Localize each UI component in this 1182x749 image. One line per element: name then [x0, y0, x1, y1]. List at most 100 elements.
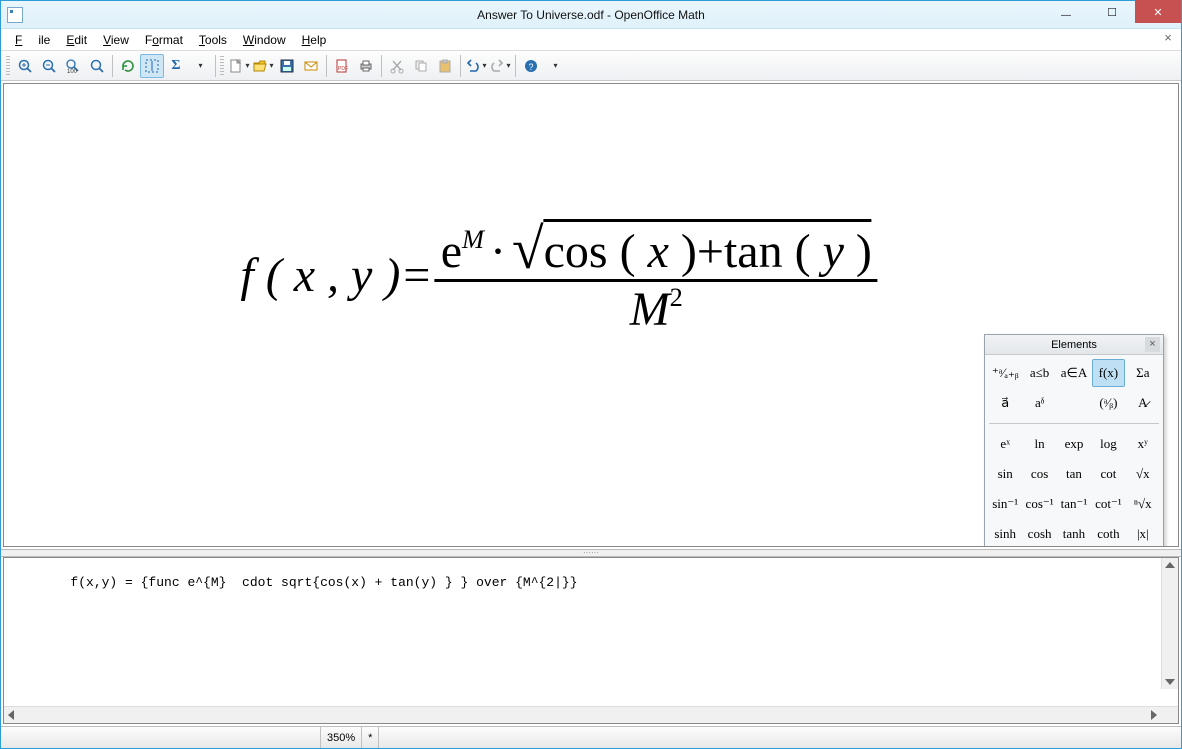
fraction-numerator: eM · √cos ( x )+tan ( y ): [435, 214, 878, 279]
elements-items-grid: eˣ ln exp log xʸ sin cos tan cot √x sin⁻…: [985, 426, 1163, 547]
func-sinh[interactable]: sinh: [989, 520, 1021, 547]
window-title: Answer To Universe.odf - OpenOffice Math: [1, 8, 1181, 22]
toolbar-sep-5: [460, 55, 461, 77]
svg-text:PDF: PDF: [338, 66, 348, 72]
toolbar-overflow-2[interactable]: [543, 54, 567, 78]
toolbar-grip-2[interactable]: [220, 56, 224, 76]
func-exp-e[interactable]: eˣ: [989, 430, 1021, 458]
menu-format[interactable]: Format: [137, 31, 191, 49]
func-atan[interactable]: tan⁻¹: [1058, 490, 1090, 518]
menu-help[interactable]: Help: [294, 31, 335, 49]
func-nroot[interactable]: ⁿ√x: [1127, 490, 1159, 518]
cat-operators[interactable]: Σa: [1127, 359, 1159, 387]
status-modified: *: [362, 727, 379, 748]
formula-cursor-button[interactable]: [140, 54, 164, 78]
cut-button[interactable]: [385, 54, 409, 78]
cat-others[interactable]: aᵟ: [1023, 389, 1055, 417]
main-area: f ( x , y )= eM · √cos ( x )+tan ( y ) M…: [1, 81, 1181, 726]
maximize-button[interactable]: [1089, 3, 1135, 23]
func-abs[interactable]: |x|: [1127, 520, 1159, 547]
close-button[interactable]: [1135, 0, 1181, 23]
cat-unary-binary[interactable]: ⁺ᵃ⁄ₐ₊ᵦ: [989, 359, 1021, 387]
func-acot[interactable]: cot⁻¹: [1092, 490, 1124, 518]
minimize-button[interactable]: [1043, 3, 1089, 23]
paste-button[interactable]: [433, 54, 457, 78]
command-input[interactable]: f(x,y) = {func e^{M} cdot sqrt{cos(x) + …: [4, 558, 1178, 706]
statusbar: 350% *: [1, 726, 1181, 748]
den-exp-2: 2: [670, 282, 683, 313]
sqrt-icon: √: [512, 217, 544, 282]
email-button[interactable]: [299, 54, 323, 78]
zoom-out-button[interactable]: [37, 54, 61, 78]
save-button[interactable]: [275, 54, 299, 78]
cat-relations[interactable]: a≤b: [1023, 359, 1055, 387]
zoom-in-button[interactable]: [13, 54, 37, 78]
func-tan[interactable]: tan: [1058, 460, 1090, 488]
command-scroll-vertical[interactable]: [1161, 558, 1178, 689]
copy-button[interactable]: [409, 54, 433, 78]
export-pdf-button[interactable]: PDF: [330, 54, 354, 78]
toolbar-overflow-1[interactable]: [188, 54, 212, 78]
window-controls: [1043, 3, 1181, 27]
num-e: e: [441, 224, 462, 279]
menu-file[interactable]: File: [7, 31, 58, 49]
elements-panel[interactable]: Elements × ⁺ᵃ⁄ₐ₊ᵦ a≤b a∈A f(x) Σa a⃗ aᵟ …: [984, 334, 1164, 547]
sigma-button[interactable]: Σ: [164, 54, 188, 78]
app-icon: [7, 7, 23, 23]
cat-empty: [1058, 389, 1090, 417]
cat-functions[interactable]: f(x): [1092, 359, 1124, 387]
menu-tools[interactable]: Tools: [191, 31, 235, 49]
new-doc-button[interactable]: [227, 54, 251, 78]
func-log[interactable]: log: [1092, 430, 1124, 458]
pane-splitter[interactable]: ······: [1, 549, 1181, 557]
titlebar: Answer To Universe.odf - OpenOffice Math: [1, 1, 1181, 29]
func-acos[interactable]: cos⁻¹: [1023, 490, 1055, 518]
func-exp[interactable]: exp: [1058, 430, 1090, 458]
func-sqrt[interactable]: √x: [1127, 460, 1159, 488]
formula-view[interactable]: f ( x , y )= eM · √cos ( x )+tan ( y ) M…: [3, 83, 1179, 547]
toolbar-sep-1: [112, 55, 113, 77]
func-cot[interactable]: cot: [1092, 460, 1124, 488]
toolbar-sep-6: [515, 55, 516, 77]
command-text: f(x,y) = {func e^{M} cdot sqrt{cos(x) + …: [70, 575, 577, 590]
func-asin[interactable]: sin⁻¹: [989, 490, 1021, 518]
cat-brackets[interactable]: (ᵃ⁄ᵦ): [1092, 389, 1124, 417]
func-ln[interactable]: ln: [1023, 430, 1055, 458]
toolbar-grip-1[interactable]: [6, 56, 10, 76]
status-spacer: [1, 727, 321, 748]
toolbar-sep-2: [215, 55, 216, 77]
svg-text:100: 100: [67, 69, 78, 74]
print-button[interactable]: [354, 54, 378, 78]
formula-fraction: eM · √cos ( x )+tan ( y ) M2: [435, 214, 878, 337]
elements-separator: [989, 423, 1159, 424]
func-cosh[interactable]: cosh: [1023, 520, 1055, 547]
refresh-button[interactable]: [116, 54, 140, 78]
menu-view[interactable]: View: [95, 31, 137, 49]
menubar-close-icon[interactable]: ×: [1161, 32, 1175, 46]
elements-title-text: Elements: [1051, 339, 1097, 351]
cdot-icon: ·: [484, 224, 512, 279]
status-zoom[interactable]: 350%: [321, 727, 362, 748]
func-cos[interactable]: cos: [1023, 460, 1055, 488]
open-button[interactable]: [251, 54, 275, 78]
undo-button[interactable]: [464, 54, 488, 78]
help-button[interactable]: ?: [519, 54, 543, 78]
elements-titlebar[interactable]: Elements ×: [985, 335, 1163, 355]
func-power[interactable]: xʸ: [1127, 430, 1159, 458]
func-coth[interactable]: coth: [1092, 520, 1124, 547]
redo-button[interactable]: [488, 54, 512, 78]
zoom-100-button[interactable]: 100: [61, 54, 85, 78]
menu-edit[interactable]: Edit: [58, 31, 95, 49]
func-sin[interactable]: sin: [989, 460, 1021, 488]
func-tanh[interactable]: tanh: [1058, 520, 1090, 547]
zoom-page-button[interactable]: [85, 54, 109, 78]
rendered-formula: f ( x , y )= eM · √cos ( x )+tan ( y ) M…: [240, 214, 877, 337]
cat-attributes[interactable]: a⃗: [989, 389, 1021, 417]
toolbar-sep-3: [326, 55, 327, 77]
fraction-denominator: M2: [624, 282, 689, 337]
command-scroll-horizontal[interactable]: [4, 706, 1178, 723]
cat-formats[interactable]: A̷: [1127, 389, 1159, 417]
cat-set-ops[interactable]: a∈A: [1058, 359, 1090, 387]
menu-window[interactable]: Window: [235, 31, 294, 49]
elements-close-icon[interactable]: ×: [1145, 337, 1160, 352]
